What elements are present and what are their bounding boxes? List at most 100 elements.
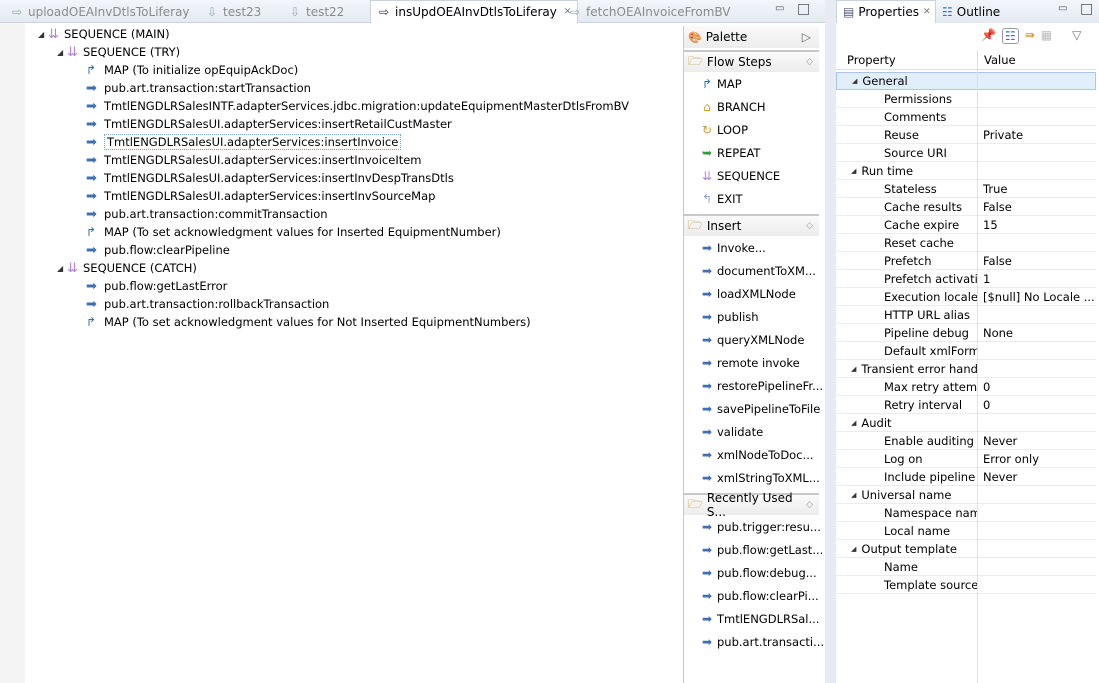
palette-item[interactable]: ↱ MAP bbox=[700, 74, 742, 94]
tree-node-sequence[interactable]: ◢ ⇊ SEQUENCE (MAIN) bbox=[38, 25, 170, 43]
tree-node-invoke[interactable]: ➡ pub.art.transaction:rollbackTransaction bbox=[76, 295, 329, 313]
expand-toggle-icon[interactable]: ◢ bbox=[38, 30, 48, 39]
tree-node-invoke[interactable]: ➡ pub.flow:getLastError bbox=[76, 277, 227, 295]
palette-item[interactable]: ➡ pub.flow:getLast... bbox=[700, 540, 823, 560]
minimize-icon[interactable]: ▭ bbox=[1058, 3, 1067, 14]
palette-item[interactable]: ⇊ SEQUENCE bbox=[700, 166, 780, 186]
property-row[interactable]: Permissions bbox=[836, 89, 1096, 108]
palette-item[interactable]: ➡ publish bbox=[700, 307, 759, 327]
property-row[interactable]: Prefetch activatio 1 bbox=[836, 269, 1096, 288]
property-value-cell[interactable] bbox=[977, 413, 1095, 432]
property-group[interactable]: ◢ Transient error handli bbox=[836, 359, 1096, 378]
palette-item[interactable]: ➡ pub.flow:debug... bbox=[700, 563, 817, 583]
categories-icon[interactable]: ☷ bbox=[1001, 28, 1019, 44]
property-value-cell[interactable]: Private bbox=[977, 125, 1095, 144]
palette-item[interactable]: ➡ pub.trigger:resu... bbox=[700, 517, 821, 537]
property-row[interactable]: Reuse Private bbox=[836, 125, 1096, 144]
palette-item[interactable]: ➡ Invoke... bbox=[700, 238, 766, 258]
property-value-cell[interactable]: Never bbox=[977, 467, 1095, 486]
property-value-cell[interactable]: Never bbox=[977, 431, 1095, 450]
property-value-cell[interactable] bbox=[977, 341, 1095, 360]
palette-item[interactable]: ➡ xmlStringToXML... bbox=[700, 468, 820, 488]
tree-node-map[interactable]: ↱ MAP (To initialize opEquipAckDoc) bbox=[76, 61, 298, 79]
property-row[interactable]: Pipeline debug None bbox=[836, 323, 1096, 342]
palette-drawer[interactable]: 🗁 Flow Steps ◇ bbox=[684, 50, 819, 72]
property-row[interactable]: Execution locale [$null] No Locale ... bbox=[836, 287, 1096, 306]
property-value-cell[interactable] bbox=[977, 233, 1095, 252]
property-row[interactable]: Stateless True bbox=[836, 179, 1096, 198]
property-group[interactable]: ◢ Run time bbox=[836, 161, 1096, 180]
palette-drawer[interactable]: 🗁 Insert ◇ bbox=[684, 214, 819, 236]
tree-node-invoke[interactable]: ➡ TmtlENGDLRSalesUI.adapterServices:inser… bbox=[76, 151, 422, 169]
maximize-icon[interactable]: □ bbox=[797, 1, 810, 17]
property-value-cell[interactable] bbox=[977, 539, 1095, 558]
property-group[interactable]: ◢ Audit bbox=[836, 413, 1096, 432]
palette-item[interactable]: ➡ savePipelineToFile bbox=[700, 399, 820, 419]
property-value-cell[interactable] bbox=[977, 359, 1095, 378]
tree-node-invoke[interactable]: ➡ pub.art.transaction:commitTransaction bbox=[76, 205, 328, 223]
palette-item[interactable]: ➡ restorePipelineFr... bbox=[700, 376, 823, 396]
expand-toggle-icon[interactable]: ◢ bbox=[851, 167, 856, 175]
property-row[interactable]: Local name bbox=[836, 521, 1096, 540]
column-value[interactable]: Value bbox=[977, 49, 1016, 70]
palette-header[interactable]: 🎨 Palette ▷ bbox=[684, 26, 819, 48]
property-value-cell[interactable] bbox=[977, 72, 1095, 90]
maximize-icon[interactable]: □ bbox=[1080, 1, 1093, 17]
collapse-palette-icon[interactable]: ▷ bbox=[802, 30, 811, 44]
tree-node-invoke[interactable]: ➡ TmtlENGDLRSalesUI.adapterServices:inser… bbox=[76, 187, 435, 205]
property-value-cell[interactable] bbox=[977, 161, 1095, 180]
expand-toggle-icon[interactable]: ◢ bbox=[851, 419, 856, 427]
property-row[interactable]: Reset cache bbox=[836, 233, 1096, 252]
palette-item[interactable]: ↰ EXIT bbox=[700, 189, 743, 209]
palette-item[interactable]: ➡ remote invoke bbox=[700, 353, 800, 373]
property-row[interactable]: Name bbox=[836, 557, 1096, 576]
property-row[interactable]: Retry interval 0 bbox=[836, 395, 1096, 414]
property-row[interactable]: Log on Error only bbox=[836, 449, 1096, 468]
close-icon[interactable]: ✕ bbox=[923, 7, 931, 17]
editor-tab[interactable]: ⇩ test23 bbox=[205, 0, 261, 23]
property-value-cell[interactable] bbox=[977, 521, 1095, 540]
palette-item[interactable]: ➥ REPEAT bbox=[700, 143, 761, 163]
property-value-cell[interactable]: 1 bbox=[977, 269, 1095, 288]
view-menu-icon[interactable]: ▽ bbox=[1072, 28, 1081, 44]
tree-node-invoke[interactable]: ➡ TmtlENGDLRSalesINTF.adapterServices.jdb… bbox=[76, 97, 629, 115]
property-row[interactable]: Max retry attempt 0 bbox=[836, 377, 1096, 396]
pin-drawer-icon[interactable]: ◇ bbox=[806, 221, 813, 231]
property-value-cell[interactable] bbox=[977, 305, 1095, 324]
pin-drawer-icon[interactable]: ◇ bbox=[806, 500, 813, 510]
property-value-cell[interactable]: True bbox=[977, 179, 1095, 198]
editor-tab[interactable]: ⇨ uploadOEAInvDtlsToLiferay bbox=[10, 0, 190, 23]
tree-node-invoke[interactable]: ➡ pub.flow:clearPipeline bbox=[76, 241, 230, 259]
tree-node-sequence[interactable]: ◢ ⇊ SEQUENCE (TRY) bbox=[57, 43, 180, 61]
tree-node-invoke[interactable]: ➡ TmtlENGDLRSalesUI.adapterServices:inser… bbox=[76, 133, 402, 151]
palette-item[interactable]: ➡ documentToXM... bbox=[700, 261, 816, 281]
property-row[interactable]: Prefetch False bbox=[836, 251, 1096, 270]
property-row[interactable]: Enable auditing Never bbox=[836, 431, 1096, 450]
property-row[interactable]: HTTP URL alias bbox=[836, 305, 1096, 324]
palette-item[interactable]: ➡ loadXMLNode bbox=[700, 284, 796, 304]
palette-item[interactable]: ➡ queryXMLNode bbox=[700, 330, 804, 350]
property-row[interactable]: Comments bbox=[836, 107, 1096, 126]
splitter[interactable] bbox=[825, 0, 836, 683]
editor-tab[interactable]: ⇩ test22 bbox=[288, 0, 344, 23]
property-row[interactable]: Cache results False bbox=[836, 197, 1096, 216]
property-value-cell[interactable]: Error only bbox=[977, 449, 1095, 468]
tree-node-map[interactable]: ↱ MAP (To set acknowledgment values for N… bbox=[76, 313, 531, 331]
property-value-cell[interactable]: None bbox=[977, 323, 1095, 342]
tab-properties[interactable]: ▤ Properties ✕ bbox=[836, 0, 936, 23]
property-row[interactable]: Include pipeline Never bbox=[836, 467, 1096, 486]
property-value-cell[interactable] bbox=[977, 575, 1095, 594]
property-value-cell[interactable] bbox=[977, 89, 1095, 108]
palette-item[interactable]: ➡ TmtlENGDLRSal... bbox=[700, 609, 820, 629]
palette-item[interactable]: ↻ LOOP bbox=[700, 120, 748, 140]
palette-item[interactable]: ⌂ BRANCH bbox=[700, 97, 765, 117]
tree-node-invoke[interactable]: ➡ pub.art.transaction:startTransaction bbox=[76, 79, 311, 97]
column-property[interactable]: Property bbox=[836, 53, 977, 67]
minimize-icon[interactable]: ▭ bbox=[775, 3, 784, 14]
property-value-cell[interactable] bbox=[977, 107, 1095, 126]
property-row[interactable]: Template source bbox=[836, 575, 1096, 594]
property-value-cell[interactable]: 0 bbox=[977, 395, 1095, 414]
property-value-cell[interactable] bbox=[977, 143, 1095, 162]
property-value-cell[interactable] bbox=[977, 485, 1095, 504]
expand-toggle-icon[interactable]: ◢ bbox=[851, 365, 856, 373]
